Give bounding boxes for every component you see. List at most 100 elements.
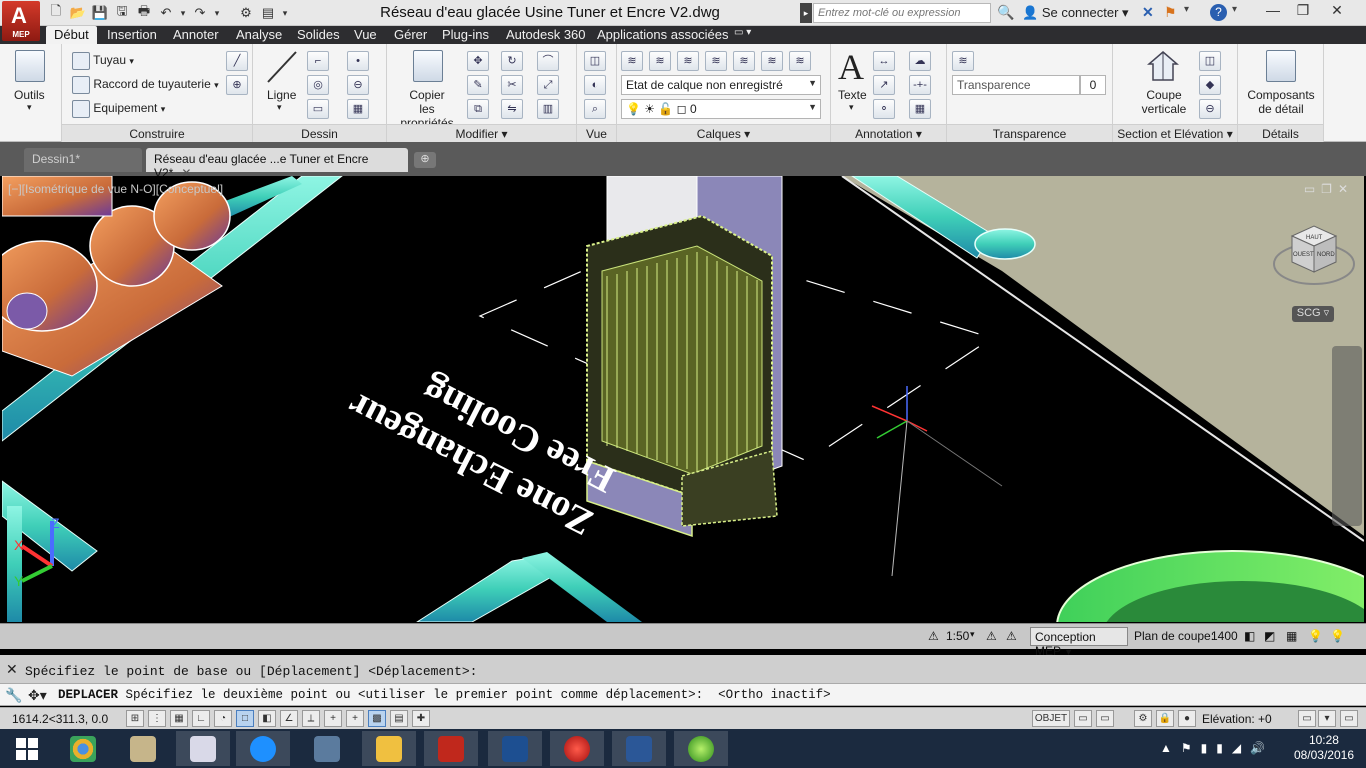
move-icon[interactable]: ✥ bbox=[467, 51, 489, 71]
tab-insertion[interactable]: Insertion bbox=[99, 26, 165, 44]
command-customize-icon[interactable]: 🔧 bbox=[5, 687, 22, 704]
array-icon[interactable]: ▥ bbox=[537, 99, 559, 119]
restore-icon[interactable]: ❐ bbox=[1288, 2, 1318, 22]
annotation-visibility-icon[interactable]: ⚠ bbox=[986, 629, 997, 643]
outils-dropdown-icon[interactable]: ▾ bbox=[27, 102, 32, 113]
outils-icon[interactable] bbox=[15, 50, 45, 82]
pipe-connect-icon[interactable]: ⊕ bbox=[226, 75, 248, 95]
file-tab-dessin1[interactable]: Dessin1* bbox=[24, 148, 142, 172]
current-layer-select[interactable]: 💡 ☀ 🔓 ◻ 0 ▼ bbox=[621, 99, 821, 119]
layer-lock-icon[interactable]: ≋ bbox=[761, 51, 783, 71]
dynamic-ucs-icon[interactable]: ⟂ bbox=[302, 710, 320, 727]
model-space-canvas[interactable]: Zone Echangeur Free Cooling Z X Y HAUT O… bbox=[2, 176, 1364, 622]
tuyau-button[interactable]: Tuyau ▾ bbox=[72, 52, 134, 70]
clean-screen-icon[interactable]: ▭ bbox=[1298, 710, 1316, 727]
clock[interactable]: 10:28 08/03/2016 bbox=[1294, 733, 1354, 763]
cut-plane-icon[interactable]: ◧ bbox=[1244, 629, 1255, 643]
save-icon[interactable]: 💾 bbox=[90, 3, 110, 23]
osnap-icon[interactable]: □ bbox=[236, 710, 254, 727]
layer-isolate-icon[interactable]: ≋ bbox=[649, 51, 671, 71]
properties-icon[interactable]: ▤ bbox=[258, 3, 278, 23]
layer-freeze-icon[interactable]: ≋ bbox=[705, 51, 727, 71]
configuration-select[interactable]: Conception MEP ▼ bbox=[1030, 627, 1128, 658]
panel-calques-title[interactable]: Calques ▾ bbox=[617, 124, 830, 142]
tab-vue[interactable]: Vue bbox=[346, 26, 385, 44]
start-button[interactable] bbox=[0, 731, 54, 766]
new-tab-icon[interactable]: ⊕ bbox=[414, 152, 436, 168]
model-objet-button[interactable]: OBJET bbox=[1032, 710, 1070, 727]
navigation-bar[interactable] bbox=[1332, 346, 1362, 526]
revision-cloud-icon[interactable]: ☁ bbox=[909, 51, 931, 71]
tab-plugins[interactable]: Plug-ins bbox=[434, 26, 497, 44]
lock-ui-icon[interactable]: 🔒 bbox=[1156, 710, 1174, 727]
system-tray[interactable]: ▲⚑▮▮◢🔊 bbox=[1160, 741, 1274, 755]
raccord-dropdown-icon[interactable]: ▾ bbox=[214, 80, 219, 90]
equipement-dropdown-icon[interactable]: ▾ bbox=[161, 104, 166, 114]
3d-osnap-icon[interactable]: ◧ bbox=[258, 710, 276, 727]
plate-heat-exchanger[interactable] bbox=[586, 214, 778, 538]
taskbar-autocad-mep[interactable] bbox=[424, 731, 478, 766]
composants-detail-button[interactable]: Composants de détail bbox=[1242, 88, 1320, 116]
layout-icon[interactable]: ▭ bbox=[1074, 710, 1092, 727]
coupe-verticale-button[interactable]: Coupe verticale bbox=[1135, 88, 1193, 116]
cut-plane-value[interactable]: 1400 bbox=[1211, 629, 1238, 643]
fillet-icon[interactable]: ⌒ bbox=[537, 51, 559, 71]
isolate-objects-icon[interactable]: 💡 bbox=[1308, 629, 1323, 643]
lineweight-icon[interactable]: + bbox=[346, 710, 364, 727]
undo-icon[interactable]: ↶ bbox=[156, 3, 176, 23]
fullscreen-icon[interactable]: ▭ bbox=[1340, 710, 1358, 727]
leader-icon[interactable]: ↗ bbox=[873, 75, 895, 95]
viewport-minimize-icon[interactable]: ▭ bbox=[1304, 182, 1321, 196]
polar-icon[interactable]: ◔ bbox=[214, 710, 232, 727]
match-properties-icon[interactable] bbox=[413, 50, 443, 82]
centerline-icon[interactable]: -+- bbox=[909, 75, 931, 95]
open-file-icon[interactable]: 📂 bbox=[68, 3, 88, 23]
panel-modifier-title[interactable]: Modifier ▾ bbox=[387, 124, 576, 142]
print-icon[interactable]: 🖶 bbox=[134, 3, 154, 23]
snap-icon[interactable]: ⋮ bbox=[148, 710, 166, 727]
tuyau-dropdown-icon[interactable]: ▾ bbox=[129, 56, 134, 66]
command-line[interactable]: 🔧 ✥▾ DEPLACER Spécifiez le deuxième poin… bbox=[0, 683, 1366, 706]
rectangle-icon[interactable]: ▭ bbox=[307, 99, 329, 119]
taskbar-app-map[interactable] bbox=[116, 731, 170, 766]
taskbar-chrome[interactable] bbox=[56, 731, 110, 766]
hatch-icon[interactable]: ▦ bbox=[347, 99, 369, 119]
command-close-icon[interactable]: ✕ bbox=[6, 661, 18, 678]
lightbulb-icon[interactable]: 💡 bbox=[1330, 629, 1345, 643]
save-as-icon[interactable]: 🖫 bbox=[112, 3, 132, 23]
texte-button[interactable]: Texte bbox=[838, 88, 867, 102]
search-icon[interactable]: 🔍 bbox=[997, 4, 1014, 21]
ligne-dropdown-icon[interactable]: ▾ bbox=[277, 102, 282, 113]
help-icon[interactable]: ? bbox=[1210, 4, 1227, 21]
minimize-icon[interactable]: — bbox=[1258, 2, 1288, 22]
tab-applications-associees[interactable]: Applications associées bbox=[589, 26, 737, 44]
taskbar-explorer[interactable] bbox=[362, 731, 416, 766]
taskbar-green-app[interactable] bbox=[674, 731, 728, 766]
edit-icon[interactable]: ✎ bbox=[467, 75, 489, 95]
exchange-apps-icon[interactable]: ✕ bbox=[1142, 4, 1154, 21]
layer-properties-icon[interactable]: ≋ bbox=[621, 51, 643, 71]
ligne-button[interactable]: Ligne bbox=[267, 88, 296, 102]
view-cube-icon[interactable]: ◫ bbox=[584, 51, 606, 71]
tab-gerer[interactable]: Gérer bbox=[386, 26, 435, 44]
point-icon[interactable]: • bbox=[347, 51, 369, 71]
section-box-icon[interactable]: ◫ bbox=[1199, 51, 1221, 71]
transparency-layer-icon[interactable]: ≋ bbox=[952, 51, 974, 71]
taskbar-word[interactable] bbox=[612, 731, 666, 766]
layer-off-icon[interactable]: ≋ bbox=[733, 51, 755, 71]
transparency-input[interactable]: Transparence bbox=[952, 75, 1080, 95]
a360-icon[interactable]: ⚑ bbox=[1164, 4, 1177, 21]
equipement-button[interactable]: Equipement ▾ bbox=[72, 100, 165, 118]
transparency-toggle-icon[interactable]: ▩ bbox=[368, 710, 386, 727]
layer-match-icon[interactable]: ≋ bbox=[789, 51, 811, 71]
texte-dropdown-icon[interactable]: ▾ bbox=[849, 102, 854, 113]
layer-state-select[interactable]: Etat de calque non enregistré ▼ bbox=[621, 75, 821, 95]
dynamic-input-icon[interactable]: + bbox=[324, 710, 342, 727]
taskbar-ie[interactable] bbox=[236, 731, 290, 766]
tab-autodesk-360[interactable]: Autodesk 360 bbox=[498, 26, 594, 44]
taskbar-app-snip[interactable] bbox=[176, 731, 230, 766]
display-config-icon[interactable]: ◩ bbox=[1264, 629, 1275, 643]
taskbar-red-app[interactable] bbox=[550, 731, 604, 766]
grid-icon[interactable]: ▦ bbox=[170, 710, 188, 727]
annotation-scale-icon[interactable]: ⚠ bbox=[928, 629, 939, 643]
